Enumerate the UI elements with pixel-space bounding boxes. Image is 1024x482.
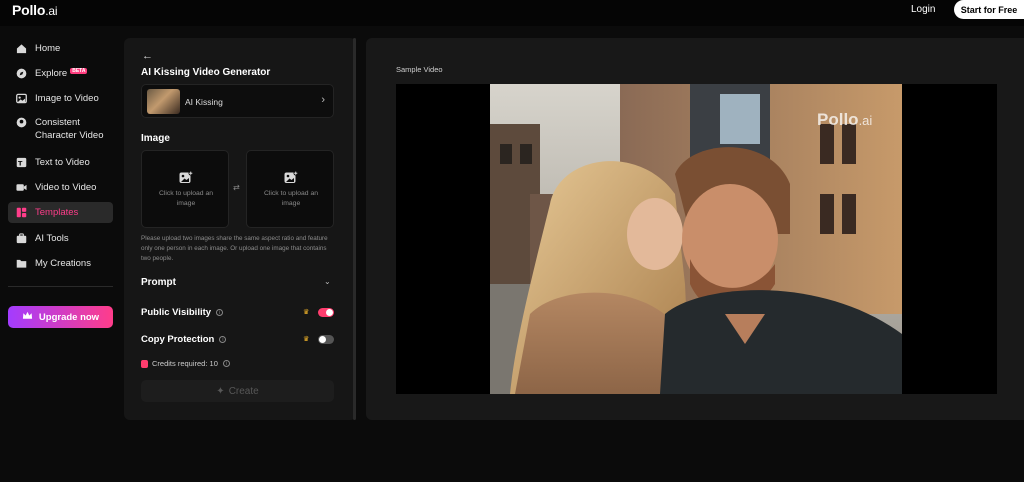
copy-protection-toggle[interactable] bbox=[318, 335, 334, 344]
create-label: Create bbox=[228, 385, 259, 397]
crown-icon bbox=[22, 310, 33, 324]
upgrade-label: Upgrade now bbox=[38, 311, 100, 323]
watermark-suffix: .ai bbox=[858, 113, 873, 128]
sidebar-item-label: My Creations bbox=[35, 258, 91, 269]
sidebar-item-label: AI Tools bbox=[35, 233, 69, 244]
logo-main: Pollo bbox=[12, 2, 46, 18]
sample-video-frame bbox=[490, 84, 902, 394]
start-for-free-button[interactable]: Start for Free bbox=[954, 0, 1024, 19]
upload-hint-text: Click to upload an image bbox=[158, 190, 214, 207]
info-icon[interactable]: i bbox=[216, 309, 224, 316]
sparkle-icon: ✦ bbox=[216, 385, 225, 397]
sidebar-item-templates[interactable]: Templates bbox=[8, 202, 113, 223]
create-button[interactable]: ✦ Create bbox=[141, 380, 334, 402]
chevron-down-icon[interactable]: ⌄ bbox=[324, 277, 331, 286]
sample-video-label: Sample Video bbox=[396, 65, 443, 74]
home-icon bbox=[16, 43, 27, 54]
upload-instructions: Please upload two images share the same … bbox=[141, 235, 328, 262]
sidebar-item-label: Templates bbox=[35, 207, 79, 218]
logo-suffix: .ai bbox=[45, 4, 58, 18]
info-icon[interactable]: i bbox=[219, 336, 227, 343]
image-section-label: Image bbox=[141, 133, 170, 144]
public-visibility-label: Public Visibility bbox=[141, 307, 212, 318]
chevron-right-icon: › bbox=[321, 94, 325, 106]
prompt-section-toggle[interactable]: Prompt bbox=[141, 277, 176, 288]
template-selector[interactable]: AI Kissing › bbox=[141, 84, 334, 118]
swap-icon[interactable]: ⇄ bbox=[233, 183, 240, 192]
toggle-knob bbox=[326, 309, 333, 316]
video-icon bbox=[16, 182, 27, 193]
video-watermark: Pollo.ai bbox=[817, 110, 872, 130]
upload-image-right[interactable]: Click to upload an image bbox=[246, 150, 334, 228]
credits-label: Credits required: 10 bbox=[152, 359, 218, 368]
sidebar-item-home[interactable]: Home bbox=[8, 38, 113, 59]
upload-image-icon bbox=[179, 171, 193, 184]
sidebar-item-label: Consistent Character Video bbox=[35, 117, 104, 141]
sidebar-item-image-to-video[interactable]: Image to Video bbox=[8, 88, 113, 109]
image-icon bbox=[16, 93, 27, 104]
sidebar-item-label: Text to Video bbox=[35, 157, 90, 168]
public-visibility-toggle[interactable] bbox=[318, 308, 334, 317]
login-link[interactable]: Login bbox=[911, 4, 935, 15]
credits-coin-icon bbox=[141, 359, 148, 368]
back-arrow-icon[interactable]: ← bbox=[142, 50, 153, 62]
crown-icon: ♛ bbox=[303, 309, 310, 316]
upload-hint-text: Click to upload an image bbox=[263, 190, 319, 207]
sidebar-item-label: Image to Video bbox=[35, 93, 99, 104]
sidebar-divider bbox=[8, 286, 113, 287]
compass-icon bbox=[16, 68, 27, 79]
info-icon[interactable]: i bbox=[222, 360, 230, 367]
sidebar-item-label: Home bbox=[35, 43, 61, 54]
sidebar-item-label: Explore bbox=[35, 68, 68, 79]
sidebar-item-video-to-video[interactable]: Video to Video bbox=[8, 177, 113, 198]
sidebar-item-label: Video to Video bbox=[35, 182, 97, 193]
copy-protection-row: Copy Protection i bbox=[141, 334, 227, 345]
sidebar-item-explore[interactable]: Explore BETA bbox=[8, 63, 113, 84]
toggle-knob bbox=[319, 336, 326, 343]
upload-image-icon bbox=[284, 171, 298, 184]
sidebar-item-my-creations[interactable]: My Creations bbox=[8, 253, 113, 274]
upload-image-left[interactable]: Click to upload an image bbox=[141, 150, 229, 228]
panel-scrollbar[interactable] bbox=[353, 38, 356, 420]
text-icon: T bbox=[16, 157, 27, 168]
sidebar-item-ai-tools[interactable]: AI Tools bbox=[8, 228, 113, 249]
copy-protection-label: Copy Protection bbox=[141, 334, 215, 345]
beta-badge: BETA bbox=[70, 67, 88, 74]
template-name: AI Kissing bbox=[185, 97, 223, 107]
pollo-logo[interactable]: Pollo.ai bbox=[12, 2, 58, 18]
template-thumbnail bbox=[147, 89, 180, 114]
sidebar-item-consistent-character[interactable]: Consistent Character Video bbox=[8, 115, 113, 145]
templates-icon bbox=[16, 207, 27, 218]
panel-title: AI Kissing Video Generator bbox=[141, 67, 271, 78]
character-icon bbox=[16, 117, 27, 128]
crown-icon: ♛ bbox=[303, 336, 310, 343]
upgrade-now-button[interactable]: Upgrade now bbox=[8, 306, 113, 328]
toolbox-icon bbox=[16, 233, 27, 244]
svg-text:T: T bbox=[18, 159, 23, 167]
folder-icon bbox=[16, 258, 27, 269]
credits-required: Credits required: 10 i bbox=[141, 359, 230, 368]
watermark-main: Pollo bbox=[817, 110, 859, 129]
public-visibility-row: Public Visibility i bbox=[141, 307, 224, 318]
top-bar: Pollo.ai Login Start for Free bbox=[0, 0, 1024, 26]
sidebar-item-text-to-video[interactable]: T Text to Video bbox=[8, 152, 113, 173]
